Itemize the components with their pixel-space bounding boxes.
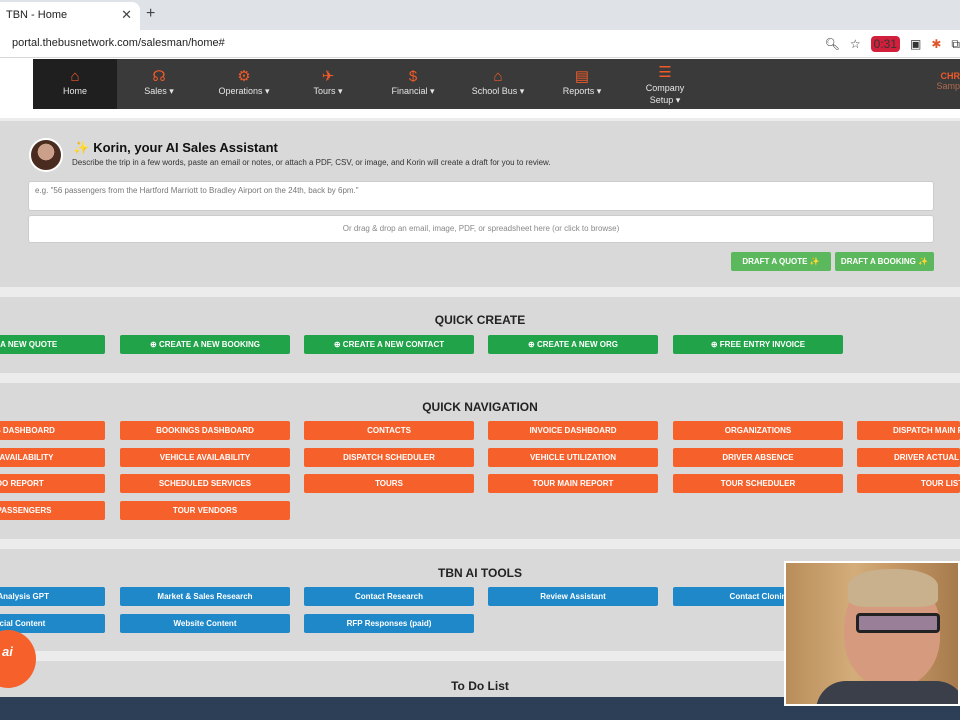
presenter-glasses	[856, 613, 940, 633]
nav-button[interactable]: TOUR LIST	[857, 474, 960, 493]
presenter-hair	[848, 569, 938, 607]
korin-assistant-panel: ✨ Korin, your AI Sales Assistant Describe…	[0, 121, 960, 287]
nav-label: Operations ▾	[218, 86, 270, 96]
home-icon: ⌂	[70, 68, 80, 85]
nav-button[interactable]: R PASSENGERS	[0, 501, 105, 520]
ai-tool-button[interactable]: Market & Sales Research	[120, 587, 290, 606]
nav-label: School Bus ▾	[471, 86, 525, 96]
user-name: CHR	[940, 71, 960, 81]
draft-booking-button[interactable]: DRAFT A BOOKING ✨	[835, 252, 934, 271]
nav-button[interactable]: VEHICLE UTILIZATION	[488, 448, 658, 467]
dollar-icon: $	[408, 68, 418, 85]
nav-label: Financial ▾	[391, 86, 435, 96]
nav-button[interactable]: SCHEDULED SERVICES	[120, 474, 290, 493]
quick-navigation-title: QUICK NAVIGATION	[422, 400, 538, 414]
nav-label: Reports ▾	[562, 86, 602, 96]
nav-button[interactable]: TOUR MAIN REPORT	[488, 474, 658, 493]
browser-tabstrip: TBN - Home ✕ +	[0, 0, 960, 30]
korin-title: ✨ Korin, your AI Sales Assistant	[73, 140, 278, 156]
ai-tool-button[interactable]: Contact Research	[304, 587, 474, 606]
gears-icon: ⚙	[237, 68, 251, 85]
school-icon: ⌂	[493, 68, 503, 85]
nav-reports[interactable]: ▤ Reports ▾	[539, 59, 625, 109]
tab-title: TBN - Home	[6, 9, 68, 21]
free-entry-invoice-button[interactable]: ⊕ FREE ENTRY INVOICE	[673, 335, 843, 354]
presenter-shirt	[816, 681, 958, 704]
nav-button[interactable]: INVOICE DASHBOARD	[488, 421, 658, 440]
webcam-overlay	[784, 561, 960, 706]
nav-button[interactable]: VEHICLE AVAILABILITY	[120, 448, 290, 467]
new-tab-icon[interactable]: +	[146, 5, 155, 23]
user-menu[interactable]: CHR Samp	[936, 71, 960, 91]
nav-label: Sales ▾	[144, 86, 174, 96]
nav-button[interactable]: DO REPORT	[0, 474, 105, 493]
nav-school-bus[interactable]: ⌂ School Bus ▾	[457, 59, 539, 109]
extension-icon-2[interactable]: ✱	[931, 37, 941, 51]
nav-button[interactable]: DRIVER ACTUAL	[857, 448, 960, 467]
korin-avatar	[29, 138, 63, 172]
nav-wrapper: ⌂ Home ☊ Sales ▾ ⚙ Operations ▾ ✈ Tours …	[0, 58, 960, 118]
nav-tours[interactable]: ✈ Tours ▾	[287, 59, 369, 109]
nav-button[interactable]: CONTACTS	[304, 421, 474, 440]
main-navbar: ⌂ Home ☊ Sales ▾ ⚙ Operations ▾ ✈ Tours …	[33, 59, 960, 109]
korin-title-text: Korin, your AI Sales Assistant	[93, 140, 278, 155]
nav-company-setup[interactable]: ☰ Company Setup ▾	[625, 59, 705, 109]
nav-button[interactable]: DISPATCH MAIN R	[857, 421, 960, 440]
nav-sales[interactable]: ☊ Sales ▾	[117, 59, 201, 109]
create-contact-button[interactable]: ⊕ CREATE A NEW CONTACT	[304, 335, 474, 354]
nav-label: Home	[62, 86, 87, 96]
nav-button[interactable]: TES DASHBOARD	[0, 421, 105, 440]
ai-tool-button[interactable]: Website Content	[120, 614, 290, 633]
quick-create-title: QUICK CREATE	[434, 313, 526, 327]
draft-quote-button[interactable]: DRAFT A QUOTE ✨	[731, 252, 831, 271]
quick-create-section: QUICK CREATE ATE A NEW QUOTE ⊕ CREATE A …	[0, 297, 960, 373]
sliders-icon: ☰	[658, 64, 672, 81]
nav-financial[interactable]: $ Financial ▾	[369, 59, 457, 109]
nav-home[interactable]: ⌂ Home	[33, 59, 117, 109]
extension-icon[interactable]: ▣	[910, 37, 921, 51]
create-quote-button[interactable]: ATE A NEW QUOTE	[0, 335, 105, 354]
korin-description: Describe the trip in a few words, paste …	[72, 158, 551, 167]
nav-button[interactable]: TOUR SCHEDULER	[673, 474, 843, 493]
nav-label: Company Setup ▾	[645, 83, 685, 105]
url-field[interactable]: portal.thebusnetwork.com/salesman/home#	[12, 37, 225, 49]
korin-drop-zone[interactable]: Or drag & drop an email, image, PDF, or …	[28, 215, 934, 243]
user-sub: Samp	[936, 81, 960, 91]
nav-button[interactable]: TOUR VENDORS	[120, 501, 290, 520]
browser-tab[interactable]: TBN - Home ✕	[0, 2, 140, 30]
recording-badge[interactable]: 0:31	[870, 36, 901, 52]
close-icon[interactable]: ✕	[121, 2, 132, 28]
create-org-button[interactable]: ⊕ CREATE A NEW ORG	[488, 335, 658, 354]
report-icon: ▤	[574, 68, 590, 85]
nav-button[interactable]: ORGANIZATIONS	[673, 421, 843, 440]
headset-icon: ☊	[152, 68, 166, 85]
screen: TBN - Home ✕ + portal.thebusnetwork.com/…	[0, 0, 960, 720]
nav-label: Tours ▾	[313, 86, 343, 96]
puzzle-icon[interactable]: ⧉	[951, 37, 960, 52]
browser-toolbar-icons: 🔍︎ ☆ 0:31 ▣ ✱ ⧉	[825, 34, 960, 54]
nav-button[interactable]: TOURS	[304, 474, 474, 493]
nav-button[interactable]: DRIVER ABSENCE	[673, 448, 843, 467]
ai-tool-button[interactable]: Review Assistant	[488, 587, 658, 606]
nav-operations[interactable]: ⚙ Operations ▾	[201, 59, 287, 109]
zoom-icon[interactable]: 🔍︎	[825, 37, 840, 51]
nav-button[interactable]: ER AVAILABILITY	[0, 448, 105, 467]
address-bar: portal.thebusnetwork.com/salesman/home# …	[0, 30, 960, 58]
create-booking-button[interactable]: ⊕ CREATE A NEW BOOKING	[120, 335, 290, 354]
nav-button[interactable]: DISPATCH SCHEDULER	[304, 448, 474, 467]
plane-icon: ✈	[321, 68, 335, 85]
ai-tool-button[interactable]: a Analysis GPT	[0, 587, 105, 606]
korin-prompt-input[interactable]: e.g. "56 passengers from the Hartford Ma…	[28, 181, 934, 211]
nav-button[interactable]: BOOKINGS DASHBOARD	[120, 421, 290, 440]
sparkle-icon: ✨	[73, 140, 90, 155]
quick-navigation-section: QUICK NAVIGATION TES DASHBOARD BOOKINGS …	[0, 383, 960, 539]
ai-tool-button[interactable]: RFP Responses (paid)	[304, 614, 474, 633]
star-icon[interactable]: ☆	[850, 37, 861, 51]
